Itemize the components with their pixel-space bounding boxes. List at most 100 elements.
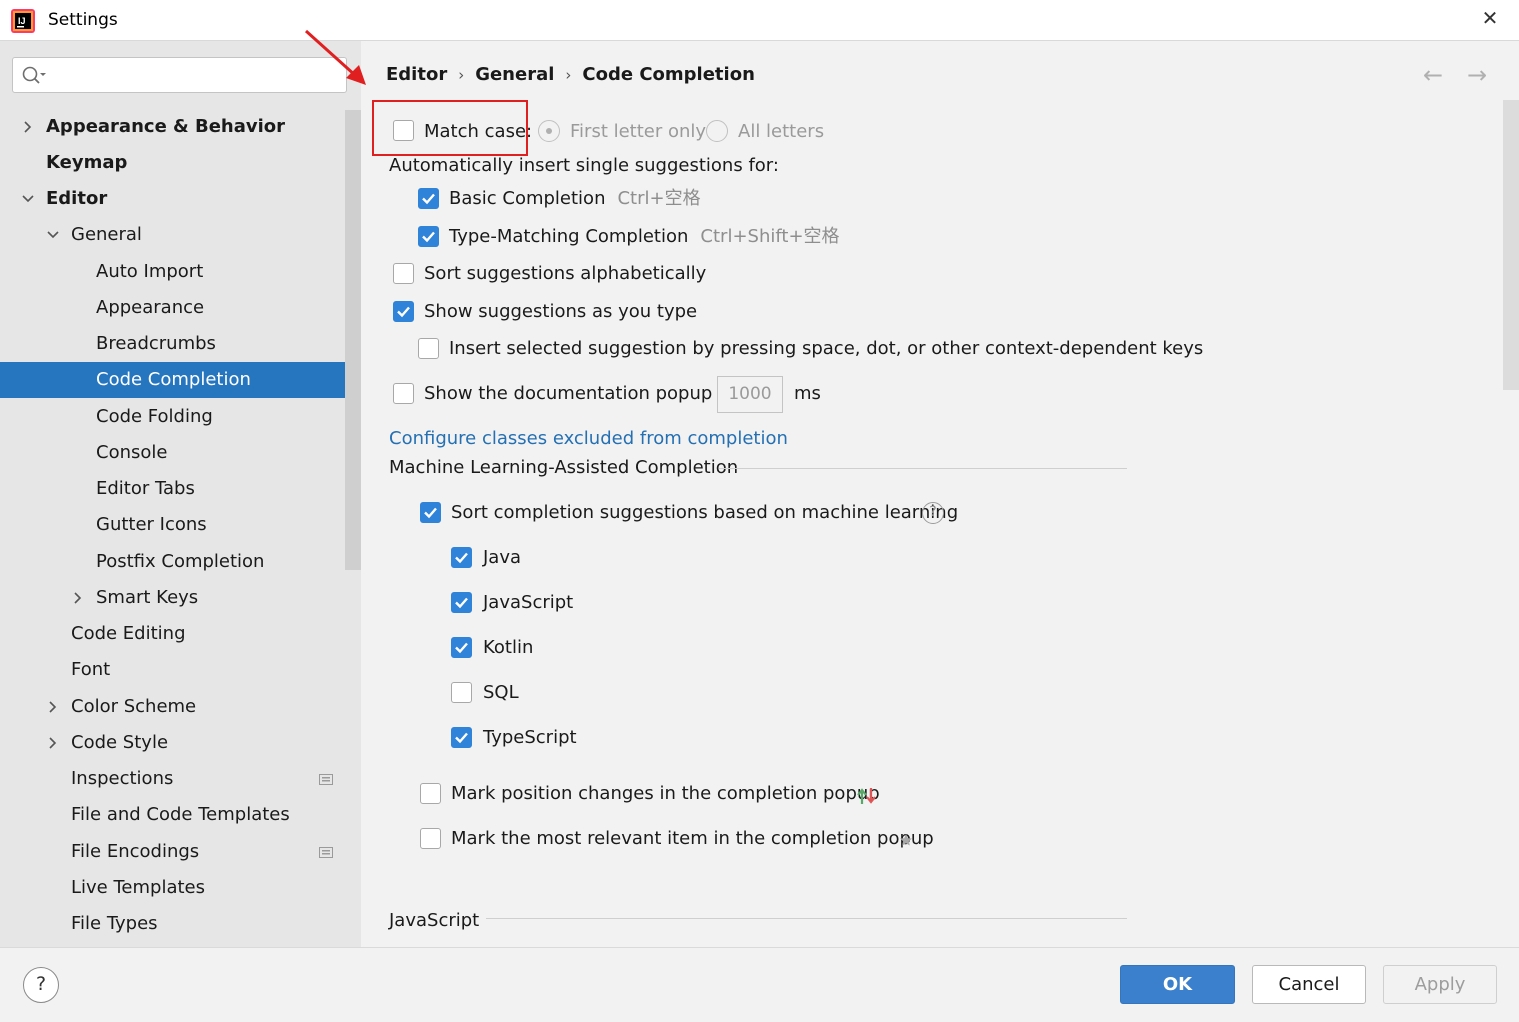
- sidebar-item-label: Code Folding: [96, 406, 213, 427]
- checkmark-icon: [455, 642, 468, 654]
- sort-alphabetically-label: Sort suggestions alphabetically: [424, 263, 707, 284]
- sort-alphabetically-checkbox[interactable]: [393, 263, 414, 284]
- sidebar-item-gutter-icons[interactable]: Gutter Icons: [0, 507, 345, 543]
- sidebar-item-color-scheme[interactable]: Color Scheme: [0, 689, 345, 725]
- sidebar-item-label: Breadcrumbs: [96, 333, 216, 354]
- sidebar-scrollbar[interactable]: [345, 110, 361, 570]
- sidebar-item-editor[interactable]: Editor: [0, 181, 345, 217]
- sidebar-item-live-templates[interactable]: Live Templates: [0, 870, 345, 906]
- svg-text:IJ: IJ: [18, 16, 26, 26]
- sidebar-item-label: Appearance: [96, 297, 205, 318]
- mark-most-relevant-label: Mark the most relevant item in the compl…: [451, 828, 934, 849]
- documentation-delay-input[interactable]: 1000: [717, 376, 783, 413]
- checkmark-icon: [422, 193, 435, 205]
- mark-most-relevant-checkbox[interactable]: [420, 828, 441, 849]
- sidebar-item-file-and-code-templates[interactable]: File and Code Templates: [0, 797, 345, 833]
- match-case-checkbox[interactable]: [393, 120, 414, 141]
- star-icon: [900, 834, 912, 846]
- intellij-logo-icon: IJ: [11, 9, 35, 33]
- settings-search-input[interactable]: [12, 57, 347, 93]
- ml-sql-label: SQL: [483, 682, 519, 703]
- ml-javascript-label: JavaScript: [483, 592, 574, 613]
- sidebar-item-code-folding[interactable]: Code Folding: [0, 399, 345, 435]
- sidebar-item-label: Postfix Completion: [96, 551, 265, 572]
- ml-kotlin-label: Kotlin: [483, 637, 534, 658]
- basic-completion-checkbox[interactable]: [418, 188, 439, 209]
- sidebar-item-label: Smart Keys: [96, 587, 199, 608]
- mark-position-changes-checkbox[interactable]: [420, 783, 441, 804]
- apply-button[interactable]: Apply: [1383, 965, 1497, 1004]
- chevron-down-icon[interactable]: [21, 192, 35, 206]
- sidebar-item-label: Auto Import: [96, 261, 204, 282]
- checkmark-icon: [397, 306, 410, 318]
- chevron-right-icon[interactable]: [46, 736, 60, 750]
- chevron-right-icon[interactable]: [71, 591, 85, 605]
- configure-excluded-classes-link[interactable]: Configure classes excluded from completi…: [389, 428, 788, 449]
- project-scope-icon: [319, 774, 333, 785]
- sidebar-item-console[interactable]: Console: [0, 435, 345, 471]
- insert-selected-suggestion-checkbox[interactable]: [418, 338, 439, 359]
- type-matching-completion-checkbox[interactable]: [418, 226, 439, 247]
- documentation-popup-checkbox[interactable]: [393, 383, 414, 404]
- content-scrollbar[interactable]: [1503, 100, 1519, 390]
- back-arrow-icon[interactable]: ←: [1420, 62, 1446, 88]
- help-question-icon[interactable]: ?: [922, 502, 944, 524]
- first-letter-only-radio[interactable]: [538, 120, 560, 142]
- sidebar-item-appearance-behavior[interactable]: Appearance & Behavior: [0, 109, 345, 145]
- type-matching-completion-option: Type-Matching Completion Ctrl+Shift+空格: [449, 226, 840, 248]
- ml-java-label: Java: [483, 547, 522, 568]
- cancel-button[interactable]: Cancel: [1252, 965, 1366, 1004]
- ok-button[interactable]: OK: [1120, 965, 1235, 1004]
- auto-insert-heading: Automatically insert single suggestions …: [389, 155, 779, 176]
- sidebar-item-auto-import[interactable]: Auto Import: [0, 254, 345, 290]
- chevron-right-icon[interactable]: [21, 120, 35, 134]
- breadcrumb-separator-icon: ›: [565, 66, 572, 84]
- chevron-right-icon[interactable]: [46, 700, 60, 714]
- sidebar-item-code-editing[interactable]: Code Editing: [0, 616, 345, 652]
- sidebar-item-code-completion[interactable]: Code Completion: [0, 362, 361, 398]
- ml-javascript-checkbox[interactable]: [451, 592, 472, 613]
- breadcrumb-item-general[interactable]: General: [475, 64, 554, 85]
- sidebar-item-general[interactable]: General: [0, 217, 345, 253]
- close-window-button[interactable]: ✕: [1478, 6, 1502, 32]
- sidebar-item-label: Code Completion: [96, 369, 251, 390]
- sidebar-item-label: Live Templates: [71, 877, 205, 898]
- type-matching-completion-shortcut: Ctrl+Shift+空格: [700, 226, 840, 247]
- documentation-popup-label: Show the documentation popup in: [424, 383, 735, 404]
- red-annotation-arrow-icon: [304, 29, 366, 85]
- sidebar-item-font[interactable]: Font: [0, 652, 345, 688]
- breadcrumb-item-editor[interactable]: Editor: [386, 64, 447, 85]
- sidebar-item-code-style[interactable]: Code Style: [0, 725, 345, 761]
- position-change-arrows-icon: [857, 788, 876, 804]
- sidebar-item-file-types[interactable]: File Types: [0, 906, 345, 942]
- sidebar-item-label: Color Scheme: [71, 696, 197, 717]
- sidebar-item-breadcrumbs[interactable]: Breadcrumbs: [0, 326, 345, 362]
- sidebar-item-inspections[interactable]: Inspections: [0, 761, 345, 797]
- ml-sql-checkbox[interactable]: [451, 682, 472, 703]
- sidebar-item-label: Code Style: [71, 732, 169, 753]
- insert-selected-suggestion-label: Insert selected suggestion by pressing s…: [449, 338, 1204, 359]
- sidebar-item-file-encodings[interactable]: File Encodings: [0, 834, 345, 870]
- ml-typescript-checkbox[interactable]: [451, 727, 472, 748]
- section-divider: [486, 918, 1127, 919]
- sidebar-item-editor-tabs[interactable]: Editor Tabs: [0, 471, 345, 507]
- sort-by-ml-label: Sort completion suggestions based on mac…: [451, 502, 959, 523]
- checkmark-icon: [422, 231, 435, 243]
- ml-kotlin-checkbox[interactable]: [451, 637, 472, 658]
- sidebar-item-keymap[interactable]: Keymap: [0, 145, 345, 181]
- search-icon: [22, 66, 46, 84]
- sidebar-item-label: Appearance & Behavior: [46, 116, 286, 137]
- all-letters-radio[interactable]: [706, 120, 728, 142]
- help-button[interactable]: ?: [23, 967, 59, 1003]
- sort-by-ml-checkbox[interactable]: [420, 502, 441, 523]
- chevron-down-icon[interactable]: [46, 228, 60, 242]
- sidebar-item-label: Keymap: [46, 152, 128, 173]
- ml-java-checkbox[interactable]: [451, 547, 472, 568]
- forward-arrow-icon[interactable]: →: [1464, 62, 1490, 88]
- sidebar-item-postfix-completion[interactable]: Postfix Completion: [0, 544, 345, 580]
- sidebar-item-label: Font: [71, 659, 111, 680]
- show-suggestions-as-you-type-checkbox[interactable]: [393, 301, 414, 322]
- ml-section-title: Machine Learning-Assisted Completion: [389, 457, 739, 478]
- sidebar-item-appearance[interactable]: Appearance: [0, 290, 345, 326]
- sidebar-item-smart-keys[interactable]: Smart Keys: [0, 580, 345, 616]
